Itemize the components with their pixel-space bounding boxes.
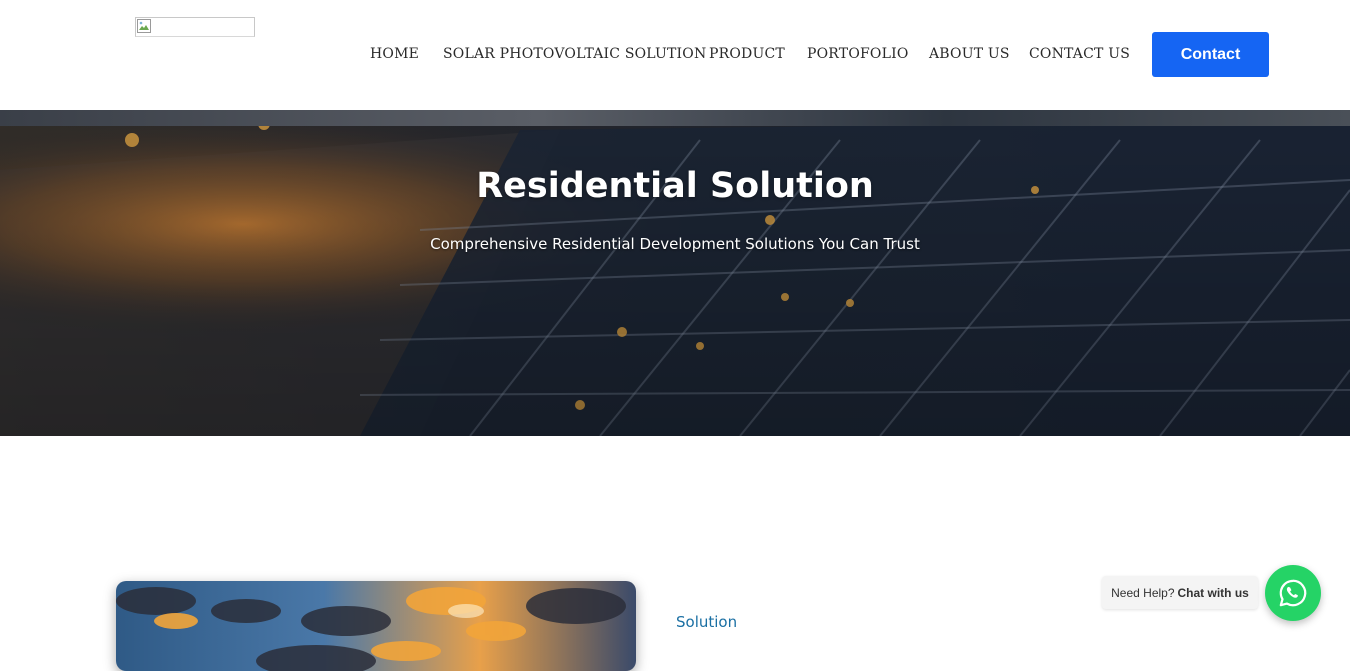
chat-help-bubble[interactable]: Need Help? Chat with us	[1102, 576, 1258, 609]
sunset-sky-image	[116, 581, 636, 671]
section-label: Solution	[676, 613, 738, 631]
nav-solar-photovoltaic-solution[interactable]: SOLAR PHOTOVOLTAIC SOLUTION	[443, 46, 706, 62]
site-header: HOME SOLAR PHOTOVOLTAIC SOLUTION PRODUCT…	[0, 0, 1350, 110]
logo-broken-image[interactable]	[135, 17, 255, 37]
solution-image	[116, 581, 636, 671]
chat-help-cta: Chat with us	[1177, 585, 1249, 600]
whatsapp-icon	[1279, 579, 1307, 607]
nav-about-us[interactable]: ABOUT US	[929, 46, 1010, 62]
contact-button[interactable]: Contact	[1152, 32, 1269, 77]
solar-panel-background	[0, 110, 1350, 436]
nav-product[interactable]: PRODUCT	[709, 46, 785, 62]
nav-portofolio[interactable]: PORTOFOLIO	[807, 46, 909, 62]
hero-top-strip	[0, 110, 1350, 126]
chat-help-prefix: Need Help?	[1111, 585, 1175, 600]
whatsapp-chat-button[interactable]	[1265, 565, 1321, 621]
broken-image-icon	[137, 19, 151, 33]
nav-home[interactable]: HOME	[370, 46, 419, 62]
hero-banner: Residential Solution Comprehensive Resid…	[0, 110, 1350, 436]
hero-title: Residential Solution	[476, 166, 874, 206]
nav-contact-us[interactable]: CONTACT US	[1029, 46, 1130, 62]
hero-subtitle: Comprehensive Residential Development So…	[430, 235, 920, 253]
